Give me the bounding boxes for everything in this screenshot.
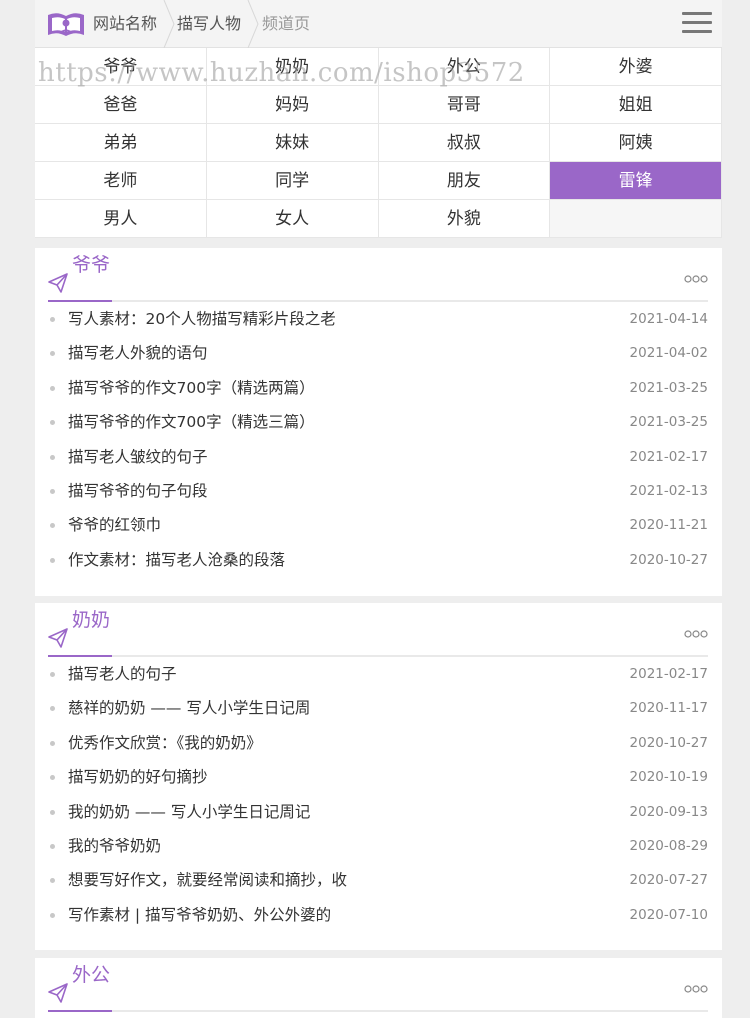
section-header: 爷爷 [48,248,708,302]
article-date: 2021-03-25 [629,414,708,431]
article-link[interactable]: 爷爷的红领巾 [68,516,161,534]
category-item[interactable]: 雷锋 [550,162,722,200]
article-list: 写人素材：20个人物描写精彩片段之老 2021-04-14 描写老人外貌的语句 202… [35,302,722,577]
list-item: 描写爷爷的作文700字（精选三篇） 2021-03-25 [48,405,708,439]
section-header: 外公 [48,958,708,1012]
category-item[interactable]: 奶奶 [206,48,379,86]
list-item: 写人素材：20个人物描写精彩片段之老 2021-04-14 [48,302,708,336]
category-item[interactable]: 外公 [378,48,551,86]
top-header: 网站名称 描写人物 频道页 [35,0,722,48]
breadcrumb-separator-icon [247,0,259,48]
section-title[interactable]: 外公 [48,962,113,1012]
more-dots-icon[interactable] [684,274,708,284]
category-item[interactable]: 阿姨 [550,124,722,162]
category-item[interactable]: 妹妹 [206,124,379,162]
article-date: 2020-10-27 [629,551,708,568]
category-item[interactable]: 哥哥 [378,86,551,124]
article-link[interactable]: 描写爷爷的句子句段 [68,482,208,500]
section-title[interactable]: 奶奶 [48,607,113,657]
article-date: 2021-02-13 [629,482,708,499]
list-item: 想要写好作文，就要经常阅读和摘抄，收 2020-07-27 [48,863,708,897]
breadcrumb-home[interactable]: 网站名称 [93,0,157,48]
category-item[interactable]: 爸爸 [35,86,207,124]
list-item: 写作素材 | 描写爷爷奶奶、外公外婆的 2020-07-10 [48,898,708,932]
article-link[interactable]: 描写爷爷的作文700字（精选两篇） [68,379,315,397]
section-title-text: 外公 [72,964,111,986]
paper-plane-icon [48,628,68,648]
open-book-logo-icon[interactable] [46,9,86,39]
section-title[interactable]: 爷爷 [48,252,113,302]
article-section: 奶奶描写老人的句子 2021-02-17 慈祥的奶奶 —— 写人小学生日记周 2020… [35,603,722,950]
category-item[interactable]: 妈妈 [206,86,379,124]
article-date: 2021-04-14 [629,311,708,327]
category-item[interactable]: 外貌 [378,200,551,238]
paper-plane-icon [48,273,68,293]
list-item: 描写老人皱纹的句子 2021-02-17 [48,440,708,474]
article-date: 2020-11-17 [629,700,708,717]
article-date: 2020-10-27 [629,734,708,751]
article-date: 2020-10-19 [629,769,708,786]
category-item[interactable]: 男人 [35,200,207,238]
list-item: 描写老人的句子 2021-02-17 [48,657,708,691]
article-date: 2021-03-25 [629,379,708,396]
article-link[interactable]: 优秀作文欣赏：《我的奶奶》 [68,734,262,752]
category-item[interactable]: 叔叔 [378,124,551,162]
list-item: 慈祥的奶奶 —— 写人小学生日记周 2020-11-17 [48,691,708,725]
article-date: 2020-08-29 [629,837,708,854]
category-item[interactable]: 老师 [35,162,207,200]
category-item[interactable]: 弟弟 [35,124,207,162]
list-item: 描写爷爷的作文700字（精选两篇） 2021-03-25 [48,371,708,405]
section-title-text: 爷爷 [72,254,111,276]
category-item[interactable]: 爷爷 [35,48,207,86]
article-link[interactable]: 作文素材：描写老人沧桑的段落 [68,551,285,569]
article-link[interactable]: 想要写好作文，就要经常阅读和摘抄，收 [68,871,347,889]
article-date: 2021-04-02 [629,345,708,362]
article-link[interactable]: 我的奶奶 —— 写人小学生日记周记 [68,803,310,821]
hamburger-menu-icon[interactable] [682,12,712,36]
article-date: 2020-09-13 [629,803,708,820]
article-link[interactable]: 描写奶奶的好句摘抄 [68,768,208,786]
article-link[interactable]: 描写老人外貌的语句 [68,344,208,362]
breadcrumb-separator-icon [163,0,175,48]
category-item[interactable]: 姐姐 [550,86,722,124]
category-grid: 爷爷 奶奶 外公 外婆爸爸 妈妈 哥哥 姐姐弟弟 妹妹 叔叔 阿姨老师 同学 朋友 雷锋男人 女人 外貌 [35,48,722,238]
article-link[interactable]: 慈祥的奶奶 —— 写人小学生日记周 [68,699,310,717]
list-item: 描写奶奶的好句摘抄 2020-10-19 [48,760,708,794]
article-list: 描写老人的句子 2021-02-17 慈祥的奶奶 —— 写人小学生日记周 2020-1… [35,657,722,932]
list-item: 我的奶奶 —— 写人小学生日记周记 2020-09-13 [48,795,708,829]
category-empty-cell [550,200,722,238]
article-date: 2020-11-21 [629,517,708,534]
paper-plane-icon [48,983,68,1003]
article-link[interactable]: 描写老人皱纹的句子 [68,448,208,466]
more-dots-icon[interactable] [684,629,708,639]
breadcrumb-category[interactable]: 描写人物 [177,0,241,48]
category-item[interactable]: 同学 [206,162,379,200]
list-item: 爷爷的红领巾 2020-11-21 [48,508,708,542]
list-item: 我的爷爷奶奶 2020-08-29 [48,829,708,863]
list-item: 作文素材：描写老人沧桑的段落 2020-10-27 [48,543,708,577]
article-date: 2021-02-17 [629,448,708,465]
section-title-text: 奶奶 [72,609,111,631]
article-link[interactable]: 我的爷爷奶奶 [68,837,161,855]
article-link[interactable]: 写人素材：20个人物描写精彩片段之老 [68,310,336,328]
list-item: 优秀作文欣赏：《我的奶奶》 2020-10-27 [48,726,708,760]
category-item[interactable]: 朋友 [378,162,551,200]
article-date: 2020-07-10 [629,906,708,923]
list-item: 描写老人外貌的语句 2021-04-02 [48,336,708,370]
article-date: 2020-07-27 [629,872,708,889]
article-section: 外公 [35,958,722,1018]
article-link[interactable]: 写作素材 | 描写爷爷奶奶、外公外婆的 [68,906,331,924]
article-link[interactable]: 描写老人的句子 [68,665,177,683]
breadcrumb-current: 频道页 [262,14,311,33]
list-item: 描写爷爷的句子句段 2021-02-13 [48,474,708,508]
article-date: 2021-02-17 [629,666,708,682]
category-item[interactable]: 女人 [206,200,379,238]
category-item[interactable]: 外婆 [550,48,722,86]
section-header: 奶奶 [48,603,708,657]
more-dots-icon[interactable] [684,984,708,994]
article-section: 爷爷写人素材：20个人物描写精彩片段之老 2021-04-14 描写老人外貌的语句 2… [35,248,722,596]
article-link[interactable]: 描写爷爷的作文700字（精选三篇） [68,413,315,431]
